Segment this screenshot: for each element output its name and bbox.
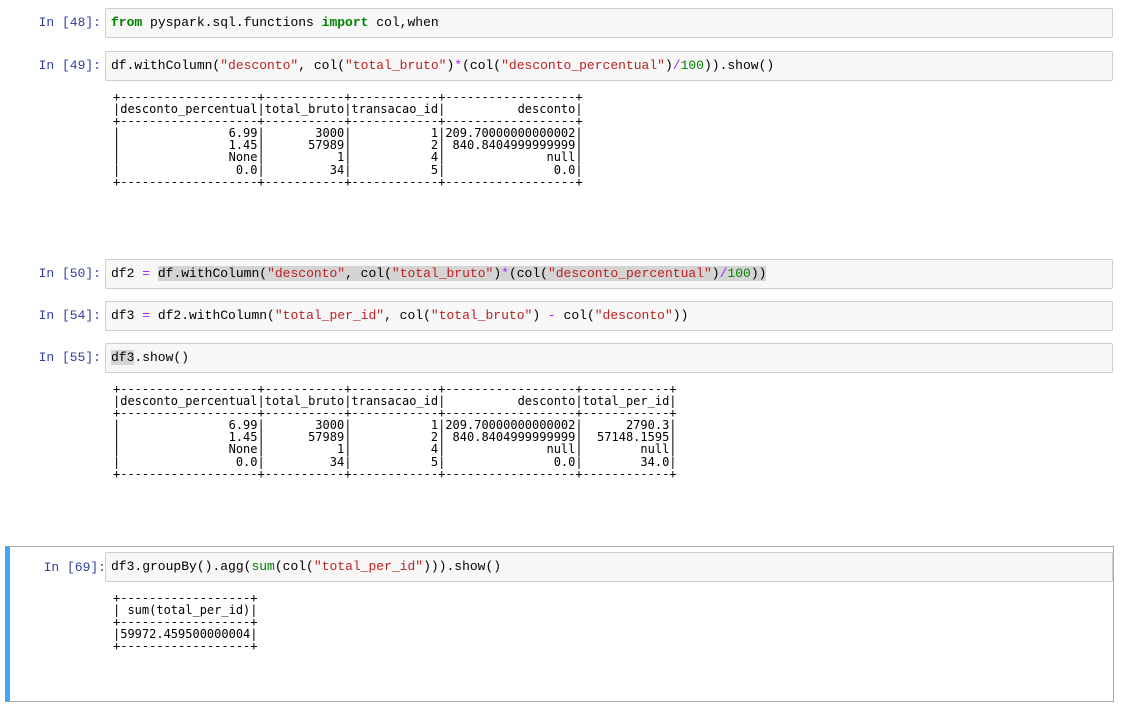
code-token: ) bbox=[711, 266, 720, 281]
cell-output-table: +------------------+ | sum(total_per_id)… bbox=[113, 591, 258, 654]
code-token: "desconto_percentual" bbox=[501, 58, 665, 73]
code-token: df2 bbox=[111, 266, 143, 281]
code-token: "desconto" bbox=[267, 266, 346, 281]
code-token: from bbox=[111, 15, 143, 30]
code-token: "total_bruto" bbox=[391, 266, 494, 281]
cell-prompt: In [55]: bbox=[38, 350, 101, 365]
code-token: - bbox=[547, 308, 556, 323]
code-token: df3.groupBy().agg( bbox=[111, 559, 252, 574]
code-token: ) bbox=[493, 266, 502, 281]
code-token: ))).show() bbox=[423, 559, 502, 574]
code-token: * bbox=[501, 266, 509, 281]
code-token: )) bbox=[672, 308, 689, 323]
code-token: , col( bbox=[298, 58, 346, 73]
code-token: (col( bbox=[462, 58, 502, 73]
code-token: sum bbox=[251, 559, 275, 574]
code-token: = bbox=[142, 308, 151, 323]
code-token: df3 bbox=[111, 350, 135, 365]
code-input[interactable]: df.withColumn("desconto", col("total_bru… bbox=[105, 51, 1113, 81]
code-token: 100 bbox=[680, 58, 704, 73]
code-token: "total_bruto" bbox=[430, 308, 533, 323]
cell-output-table: +-------------------+-----------+-------… bbox=[113, 382, 677, 481]
code-token: col( bbox=[555, 308, 595, 323]
code-token: .show() bbox=[134, 350, 190, 365]
code-input[interactable]: df2 = df.withColumn("desconto", col("tot… bbox=[105, 259, 1113, 289]
notebook-cell-48[interactable]: In [48]: from pyspark.sql.functions impo… bbox=[5, 8, 1114, 38]
code-token: pyspark.sql.functions bbox=[142, 15, 322, 30]
code-token: ) bbox=[532, 308, 548, 323]
code-token: "desconto" bbox=[220, 58, 299, 73]
code-token: df.withColumn( bbox=[111, 58, 221, 73]
code-token: col,when bbox=[368, 15, 439, 30]
code-token: )) bbox=[750, 266, 767, 281]
notebook-cell-50[interactable]: In [50]: df2 = df.withColumn("desconto",… bbox=[5, 259, 1114, 289]
cell-prompt: In [69]: bbox=[43, 560, 106, 575]
code-token: df2.withColumn( bbox=[150, 308, 275, 323]
cell-output-table: +-------------------+-----------+-------… bbox=[113, 90, 583, 189]
code-token: 100 bbox=[727, 266, 751, 281]
code-token: )).show() bbox=[703, 58, 775, 73]
code-token: df3 bbox=[111, 308, 143, 323]
code-token: "total_per_id" bbox=[313, 559, 424, 574]
cell-prompt: In [54]: bbox=[38, 308, 101, 323]
code-input[interactable]: df3 = df2.withColumn("total_per_id", col… bbox=[105, 301, 1113, 331]
cell-prompt: In [49]: bbox=[38, 58, 101, 73]
notebook-cell-69[interactable]: In [69]: df3.groupBy().agg(sum(col("tota… bbox=[5, 546, 1114, 702]
code-token: "total_bruto" bbox=[345, 58, 447, 73]
notebook-cell-54[interactable]: In [54]: df3 = df2.withColumn("total_per… bbox=[5, 301, 1114, 331]
cell-prompt: In [50]: bbox=[38, 266, 101, 281]
code-token: import bbox=[321, 15, 369, 30]
code-input[interactable]: df3.show() bbox=[105, 343, 1113, 373]
code-token: "desconto" bbox=[594, 308, 673, 323]
code-input[interactable]: df3.groupBy().agg(sum(col("total_per_id"… bbox=[105, 552, 1113, 582]
notebook-cell-49[interactable]: In [49]: df.withColumn("desconto", col("… bbox=[5, 51, 1114, 226]
code-token: df.withColumn( bbox=[157, 266, 268, 281]
code-token: (col( bbox=[274, 559, 314, 574]
code-token: / bbox=[672, 58, 681, 73]
code-token: (col( bbox=[508, 266, 548, 281]
code-token: , col( bbox=[345, 266, 392, 281]
code-token: ) bbox=[664, 58, 673, 73]
code-token: * bbox=[454, 58, 463, 73]
code-token: "desconto_percentual" bbox=[547, 266, 712, 281]
cell-prompt: In [48]: bbox=[38, 15, 101, 30]
code-token: "total_per_id" bbox=[274, 308, 385, 323]
code-input[interactable]: from pyspark.sql.functions import col,wh… bbox=[105, 8, 1113, 38]
notebook-cell-55[interactable]: In [55]: df3.show() +-------------------… bbox=[5, 343, 1114, 518]
code-token: = bbox=[142, 266, 151, 281]
code-token: , col( bbox=[384, 308, 431, 323]
